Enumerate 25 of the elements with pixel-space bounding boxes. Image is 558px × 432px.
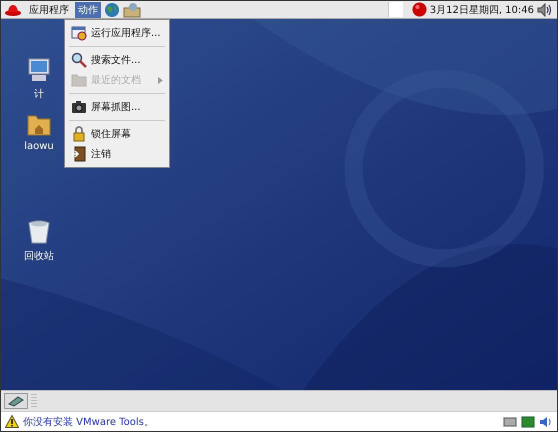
lock-icon (71, 126, 87, 142)
menu-item[interactable]: 搜索文件... (65, 50, 169, 70)
clock[interactable]: 3月12日星期四, 10:46 (430, 2, 534, 16)
menu-item[interactable]: 屏幕抓图... (65, 97, 169, 117)
speaker-icon[interactable] (537, 2, 553, 16)
folder-icon (71, 72, 87, 88)
desktop-icon-label[interactable]: 计 (34, 87, 44, 101)
door-icon (71, 146, 87, 162)
camera-icon (71, 99, 87, 115)
run-icon (71, 25, 87, 41)
search-icon (71, 52, 87, 68)
computer-icon[interactable] (26, 57, 52, 83)
warning-icon (5, 415, 19, 428)
show-desktop-button[interactable] (4, 393, 28, 409)
desktop-icon-label[interactable]: laowu (24, 141, 54, 152)
menu-item[interactable]: 锁住屏幕 (65, 124, 169, 144)
speaker-icon (539, 416, 553, 428)
desktop-icon-label[interactable]: 回收站 (24, 249, 54, 263)
panel-menu[interactable]: 应用程序 (26, 2, 72, 18)
hat-icon[interactable] (5, 4, 21, 16)
vmware-tools-message[interactable]: 你没有安装 VMware Tools。 (23, 414, 154, 428)
menu-item[interactable]: 运行应用程序... (65, 23, 169, 43)
panel-menu[interactable]: 动作 (75, 2, 101, 18)
globe-icon[interactable] (104, 2, 120, 18)
menu-item[interactable]: 注销 (65, 144, 169, 164)
